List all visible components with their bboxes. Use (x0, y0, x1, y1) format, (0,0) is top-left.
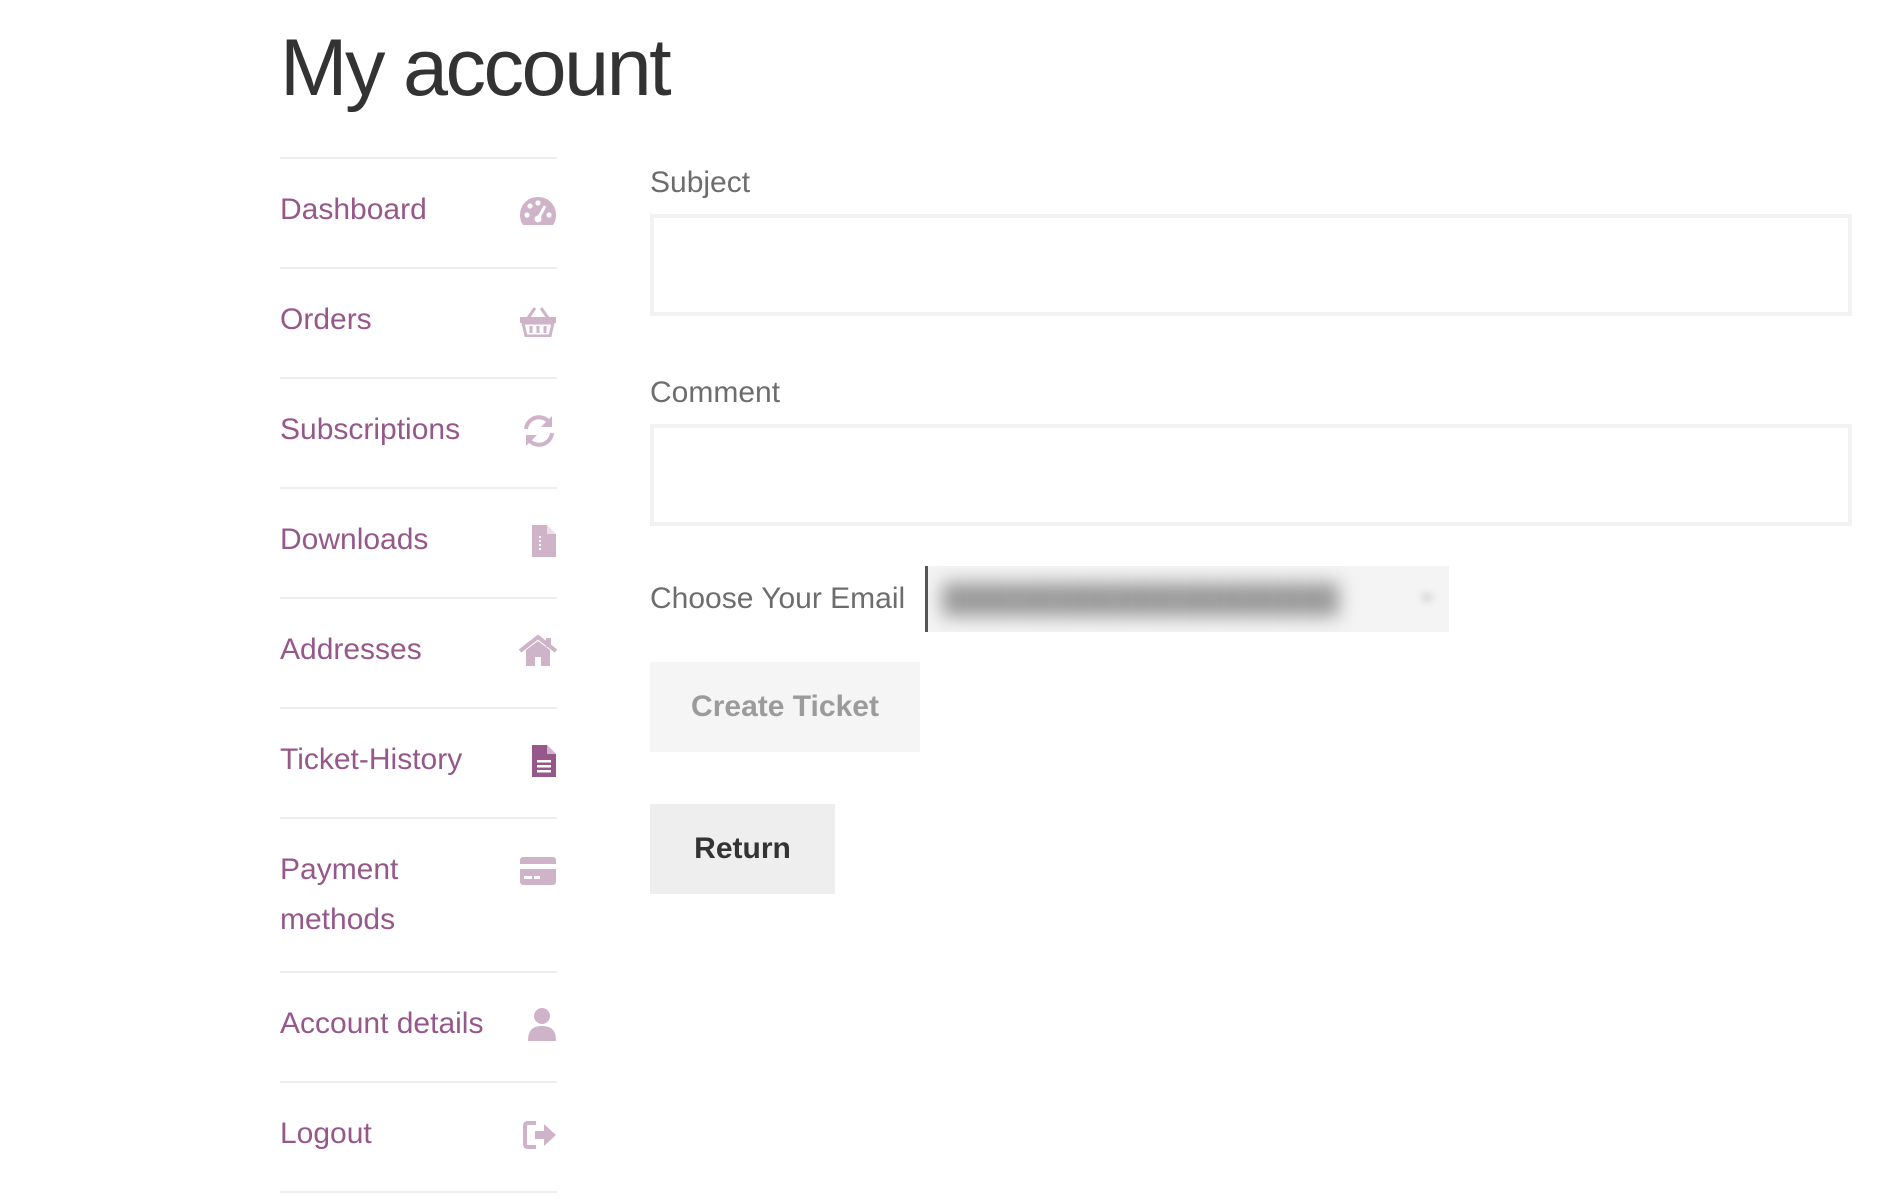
nav-item-logout[interactable]: Logout (280, 1083, 557, 1193)
nav-label-payment-methods[interactable]: Payment methods (280, 845, 470, 945)
subject-label: Subject (650, 166, 751, 199)
chevron-down-icon (1421, 595, 1434, 602)
nav-item-ticket-history[interactable]: Ticket-History (280, 709, 557, 819)
basket-icon (519, 303, 557, 339)
ticket-form: Subject Comment Choose Your Email ██████… (650, 162, 1852, 894)
subject-group: Subject (650, 162, 1852, 316)
comment-label: Comment (650, 376, 781, 409)
page-title: My account (280, 23, 672, 113)
comment-textarea[interactable] (650, 424, 1852, 526)
email-value-redacted: ████████████████████ (942, 583, 1339, 614)
email-label: Choose Your Email (650, 582, 906, 615)
create-row: Create Ticket (650, 632, 1852, 752)
nav-label-downloads[interactable]: Downloads (280, 515, 428, 565)
nav-label-addresses[interactable]: Addresses (280, 625, 422, 675)
nav-item-downloads[interactable]: Downloads (280, 489, 557, 599)
refresh-icon (519, 413, 557, 449)
file-icon (519, 523, 557, 559)
nav-item-payment-methods[interactable]: Payment methods (280, 819, 557, 973)
nav-label-orders[interactable]: Orders (280, 295, 372, 345)
home-icon (519, 633, 557, 669)
nav-item-subscriptions[interactable]: Subscriptions (280, 379, 557, 489)
nav-label-ticket-history[interactable]: Ticket-History (280, 735, 462, 785)
nav-label-account-details[interactable]: Account details (280, 999, 483, 1049)
email-select[interactable]: ████████████████████ (925, 566, 1450, 632)
nav-item-orders[interactable]: Orders (280, 269, 557, 379)
sign-out-icon (519, 1117, 557, 1153)
email-row: Choose Your Email ████████████████████ (650, 566, 1852, 632)
subject-input[interactable] (650, 214, 1852, 316)
nav-item-dashboard[interactable]: Dashboard (280, 159, 557, 269)
return-button[interactable]: Return (650, 804, 835, 894)
dashboard-icon (519, 193, 557, 229)
nav-label-subscriptions[interactable]: Subscriptions (280, 405, 460, 455)
comment-group: Comment (650, 372, 1852, 526)
nav-label-dashboard[interactable]: Dashboard (280, 185, 427, 235)
credit-card-icon (519, 853, 557, 889)
nav-label-logout[interactable]: Logout (280, 1109, 372, 1159)
user-icon (519, 1007, 557, 1043)
create-ticket-button[interactable]: Create Ticket (650, 662, 920, 752)
account-navigation: Dashboard Orders Subscriptions Downloads… (280, 157, 557, 1193)
file-text-icon (519, 743, 557, 779)
return-row: Return (650, 752, 1852, 894)
nav-item-addresses[interactable]: Addresses (280, 599, 557, 709)
nav-item-account-details[interactable]: Account details (280, 973, 557, 1083)
